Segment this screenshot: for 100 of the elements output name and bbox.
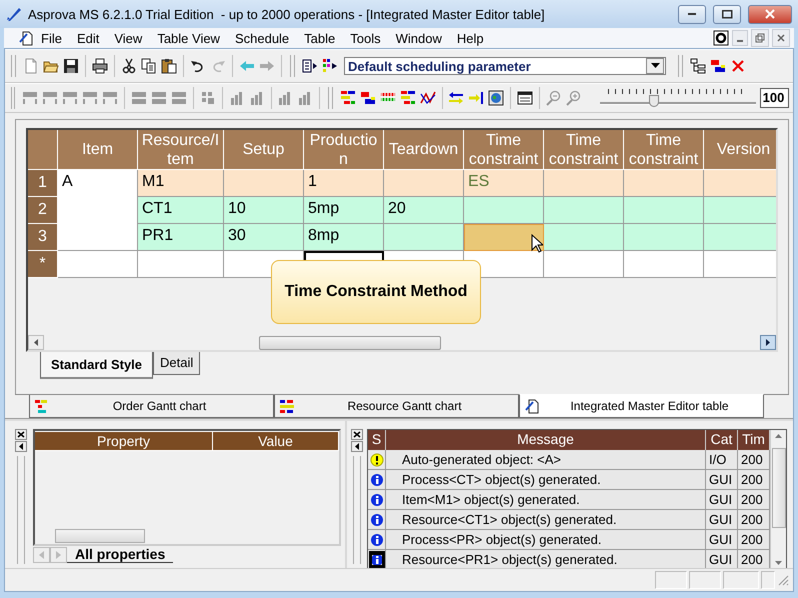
close-icon[interactable] [730,58,746,74]
arrow-bar-icon[interactable] [468,90,484,106]
message-cell[interactable]: Auto-generated object: <A> [386,450,706,470]
table-cell[interactable] [624,197,704,224]
line-chart-icon[interactable] [420,90,436,106]
left-arrow-icon[interactable] [239,58,255,74]
collapse-pane-icon[interactable] [15,441,27,452]
zoom-field[interactable]: 100 [760,88,790,108]
table-cell[interactable] [704,170,776,197]
zoom-out-icon[interactable] [546,90,562,106]
table-cell[interactable] [544,224,624,251]
column-header[interactable]: Time constraint [624,130,704,170]
parameter-dropdown[interactable]: Default scheduling parameter [344,57,666,75]
window-icon[interactable] [517,90,534,106]
scroll-left-icon[interactable] [34,339,38,346]
layout-icon[interactable] [102,90,118,106]
table-cell[interactable]: M1 [138,170,224,197]
category-cell[interactable]: I/O [706,450,738,470]
table-cell[interactable]: 10 [224,197,304,224]
column-header[interactable]: Value [213,431,339,451]
minimize-button[interactable] [732,30,748,46]
resize-grip-icon[interactable] [777,574,789,586]
swap-arrows-icon[interactable] [448,90,464,106]
color-list-arrow-icon[interactable] [322,58,338,74]
table-cell[interactable] [544,170,624,197]
message-cell[interactable]: Resource<CT1> object(s) generated. [386,510,706,530]
table-cell[interactable]: PR1 [138,224,224,251]
table-cell[interactable]: 5mp [304,197,384,224]
category-cell[interactable]: GUI [706,530,738,550]
list-arrow-icon[interactable] [302,58,318,74]
vertical-scrollbar[interactable] [770,430,786,569]
globe-icon[interactable] [488,90,504,106]
table-cell[interactable]: 20 [384,197,464,224]
column-header[interactable]: Time constraint [464,130,544,170]
message-cell[interactable]: Process<CT> object(s) generated. [386,470,706,490]
splitter-grip[interactable] [353,456,361,564]
column-header[interactable]: Cat [706,430,738,450]
color-bars-icon[interactable] [710,58,726,74]
table-cell[interactable] [544,251,624,278]
tree-icon[interactable] [690,58,706,74]
rows-icon[interactable] [151,90,168,106]
splitter-grip[interactable] [17,456,25,564]
menu-item[interactable]: Schedule [228,30,298,46]
tab-nav-arrows-icon[interactable] [33,546,67,563]
document-tab[interactable]: Order Gantt chart [29,395,274,418]
scroll-right-icon[interactable] [766,339,770,346]
table-cell[interactable] [384,170,464,197]
column-header[interactable]: Message [386,430,706,450]
column-header[interactable]: Item [58,130,138,170]
category-cell[interactable]: GUI [706,490,738,510]
slider-thumb[interactable] [649,95,660,107]
close-button[interactable] [748,4,792,24]
message-cell[interactable]: Process<PR> object(s) generated. [386,530,706,550]
column-header[interactable]: Setup [224,130,304,170]
collapse-pane-icon[interactable] [351,441,363,452]
sheet-tab[interactable]: Detail [153,352,200,375]
cut-icon[interactable] [121,58,137,74]
column-header[interactable]: Resource/Item [138,130,224,170]
right-arrow-icon[interactable] [259,58,275,74]
bar-chart-icon[interactable] [228,90,245,106]
restore-button[interactable] [751,29,769,47]
layout-icon[interactable] [22,90,38,106]
row-header[interactable]: * [28,251,58,278]
column-header[interactable]: Tim [738,430,770,450]
new-file-icon[interactable] [23,58,39,74]
table-cell[interactable] [138,251,224,278]
table-cell[interactable] [624,251,704,278]
category-cell[interactable]: GUI [706,510,738,530]
table-cell[interactable] [464,197,544,224]
column-header[interactable]: Teardown [384,130,464,170]
column-header[interactable]: Property [35,431,213,451]
category-cell[interactable]: GUI [706,470,738,490]
row-header[interactable]: 2 [28,197,58,224]
zoom-in-icon[interactable] [566,90,582,106]
save-icon[interactable] [63,58,79,74]
document-tab[interactable]: Integrated Master Editor table [519,394,764,418]
table-cell[interactable] [624,224,704,251]
pin-icon[interactable] [713,30,729,46]
table-cell[interactable] [464,224,544,251]
table-cell[interactable] [58,251,138,278]
menu-item[interactable]: View [107,30,150,46]
rows-icon[interactable] [171,90,188,106]
table-cell[interactable] [624,170,704,197]
menu-item[interactable]: Table [297,30,344,46]
close-pane-icon[interactable] [351,429,363,440]
column-header[interactable]: Version [704,130,776,170]
scroll-up-icon[interactable] [775,434,782,438]
print-icon[interactable] [92,58,108,74]
paste-icon[interactable] [161,58,177,74]
scroll-down-icon[interactable] [775,561,782,565]
table-cell[interactable] [544,197,624,224]
message-cell[interactable]: Item<M1> object(s) generated. [386,490,706,510]
horizontal-scrollbar[interactable] [28,335,776,350]
minimize-button[interactable] [678,4,706,24]
document-tab[interactable]: Resource Gantt chart [274,395,519,418]
sheet-tab[interactable]: Standard Style [40,352,154,379]
color-bars-icon[interactable] [360,90,376,106]
table-cell[interactable]: 1 [304,170,384,197]
gantt-icon[interactable] [400,90,416,106]
table-cell[interactable]: A [58,170,138,251]
